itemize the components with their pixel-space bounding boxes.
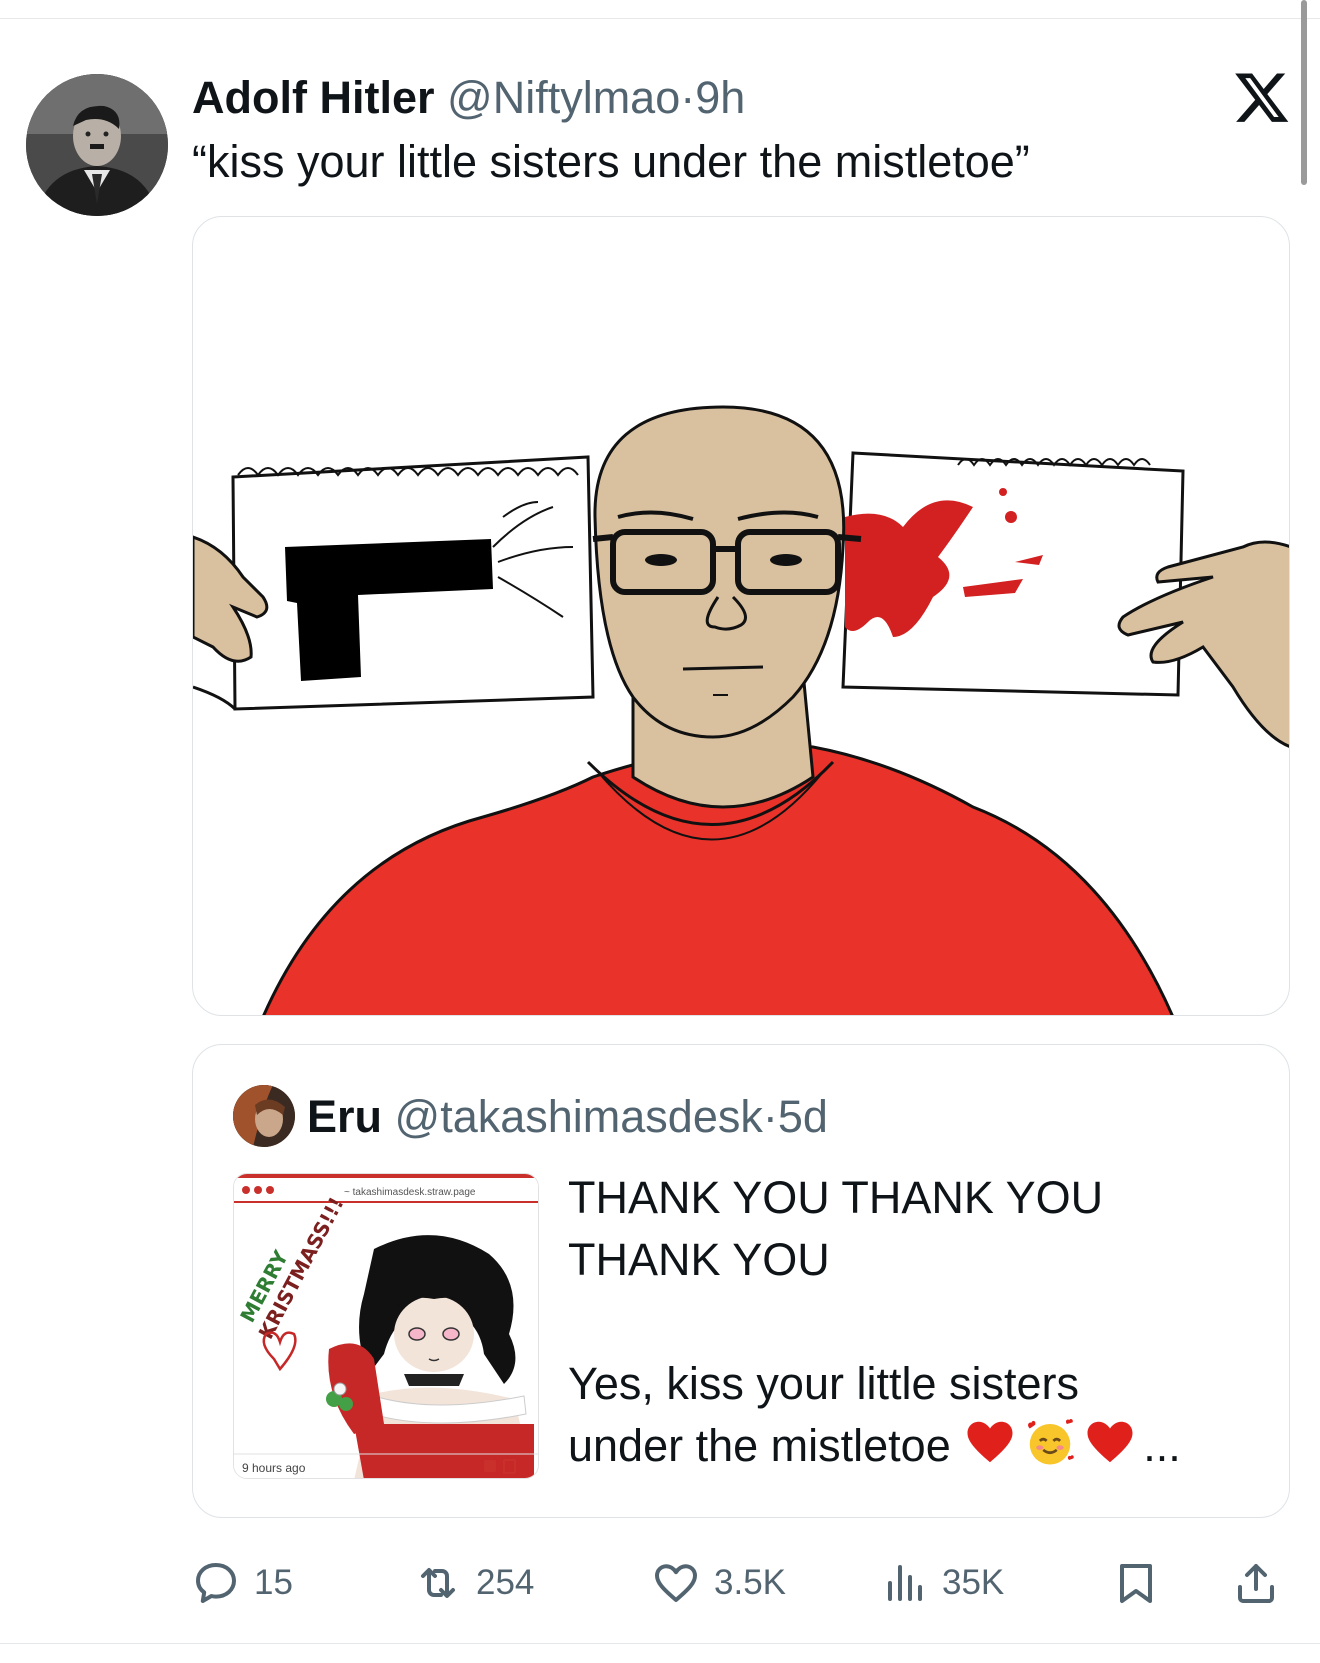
reply-count: 15 [254,1563,293,1602]
share-icon [1238,1564,1274,1603]
author-handle[interactable]: @Niftylmao [447,72,680,123]
post-text: “kiss your little sisters under the mist… [192,136,1030,187]
quoted-post[interactable]: Eru @takashimasdesk·5d ~ takashimasdesk.… [192,1044,1290,1518]
views-count: 35K [942,1563,1005,1602]
repost-icon [421,1568,455,1598]
red-heart-icon [1087,1421,1133,1463]
quote-thumbnail-image[interactable]: ~ takashimasdesk.straw.page MERRY KRISTM… [233,1173,539,1479]
post-media-image[interactable] [192,216,1290,1016]
quote-header: Eru @takashimasdesk·5d [307,1091,828,1143]
action-bar: 15 254 3.5K 35K [192,1548,1290,1618]
author-avatar[interactable] [26,74,168,216]
quote-separator-dot: · [762,1091,778,1142]
quote-text-ellipsis[interactable]: ... [1143,1420,1181,1471]
quote-author-name[interactable]: Eru [307,1091,382,1142]
quote-author-avatar[interactable] [233,1085,295,1147]
quote-author-handle[interactable]: @takashimasdesk [395,1091,763,1142]
x-logo-icon [1235,73,1289,122]
separator-dot: · [680,72,696,123]
repost-button[interactable]: 254 [414,1548,534,1618]
post-header: Adolf Hitler @Niftylmao·9h [192,72,745,124]
thumb-url-text: ~ takashimasdesk.straw.page [344,1187,476,1198]
views-button[interactable]: 35K [880,1548,1004,1618]
top-divider [0,18,1320,19]
scrollbar[interactable] [1301,0,1307,185]
views-chart-icon [888,1565,922,1601]
heart-icon [655,1564,697,1602]
quote-text-line-4-wrapper: under the mistletoe ... [568,1415,1268,1477]
comment-icon [196,1563,236,1603]
bookmark-icon [1120,1564,1152,1603]
like-count: 3.5K [714,1563,786,1602]
quote-text-line-2: THANK YOU [568,1234,830,1285]
thumb-footer-text: 9 hours ago [242,1461,306,1475]
repost-count: 254 [476,1563,535,1602]
quote-text-line-4: under the mistletoe [568,1420,951,1471]
quote-text-line-3: Yes, kiss your little sisters [568,1358,1079,1409]
reply-button[interactable]: 15 [192,1548,293,1618]
bottom-divider [0,1643,1320,1644]
red-heart-icon [967,1421,1013,1463]
bookmark-button[interactable] [1112,1548,1174,1618]
quote-text-line-1: THANK YOU THANK YOU [568,1172,1104,1223]
like-button[interactable]: 3.5K [652,1548,786,1618]
author-name[interactable]: Adolf Hitler [192,72,435,123]
post-time[interactable]: 9h [695,72,745,123]
meme-illustration [193,405,1289,1015]
quote-text: THANK YOU THANK YOU THANK YOU Yes, kiss … [568,1167,1268,1477]
quote-time[interactable]: 5d [778,1091,828,1142]
quote-text-blank-line [568,1291,1268,1353]
share-button[interactable] [1232,1548,1294,1618]
smiling-face-with-hearts-icon [1028,1418,1075,1465]
